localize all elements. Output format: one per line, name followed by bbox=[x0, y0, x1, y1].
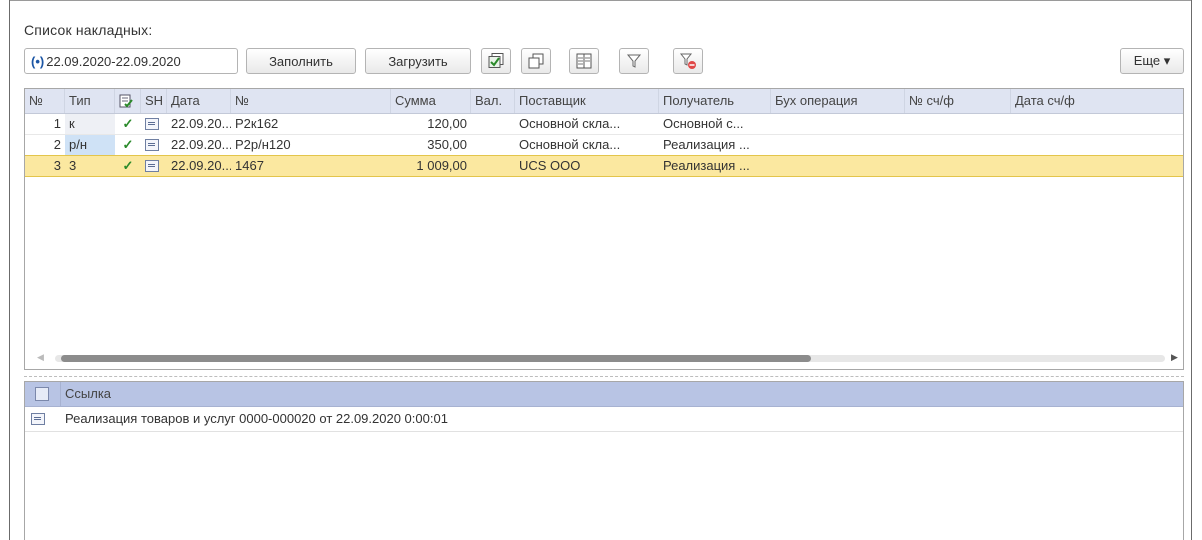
col-currency[interactable]: Вал. bbox=[471, 89, 515, 113]
row-number: 2 bbox=[53, 137, 61, 152]
col-receiver[interactable]: Получатель bbox=[659, 89, 771, 113]
col-date[interactable]: Дата bbox=[167, 89, 231, 113]
link-doc-cell bbox=[27, 407, 57, 431]
col-link-icon[interactable] bbox=[25, 382, 61, 406]
splitter[interactable] bbox=[24, 376, 1184, 377]
col-sum[interactable]: Сумма bbox=[391, 89, 471, 113]
table-row[interactable]: 2 р/н ✓ 22.09.20... Р2р/н120 350,00 Осно… bbox=[25, 135, 1183, 156]
table-header: № Тип SH Дата № Сумма Вал. Поставщик Пол… bbox=[25, 89, 1183, 114]
filter-icon bbox=[626, 54, 642, 68]
fill-button[interactable]: Заполнить bbox=[246, 48, 356, 74]
scroll-left-icon[interactable]: ◀ bbox=[37, 352, 44, 363]
check-all-icon bbox=[488, 53, 504, 68]
load-button[interactable]: Загрузить bbox=[365, 48, 471, 74]
document-icon bbox=[145, 160, 159, 172]
window-frame-right bbox=[1191, 0, 1192, 540]
copy-icon bbox=[528, 53, 544, 69]
row-date: 22.09.20... bbox=[171, 158, 231, 173]
row-sum: 120,00 bbox=[427, 116, 467, 131]
row-currency bbox=[471, 156, 515, 176]
checklist-icon bbox=[119, 94, 133, 108]
clear-filter-button[interactable] bbox=[673, 48, 703, 74]
more-button[interactable]: Еще ▾ bbox=[1120, 48, 1184, 74]
row-type: к bbox=[65, 114, 115, 134]
row-receiver: Основной с... bbox=[663, 116, 744, 131]
links-header: Ссылка bbox=[25, 382, 1183, 407]
compare-button[interactable] bbox=[569, 48, 599, 74]
square-icon bbox=[35, 387, 49, 401]
col-supplier[interactable]: Поставщик bbox=[515, 89, 659, 113]
link-row[interactable]: Реализация товаров и услуг 0000-000020 о… bbox=[25, 407, 1183, 432]
col-sh[interactable]: SH bbox=[141, 89, 167, 113]
row-sum: 350,00 bbox=[427, 137, 467, 152]
col-accounting-operation[interactable]: Бух операция bbox=[771, 89, 905, 113]
col-check[interactable] bbox=[115, 89, 141, 113]
row-date: 22.09.20... bbox=[171, 137, 231, 152]
invoice-table: № Тип SH Дата № Сумма Вал. Поставщик Пол… bbox=[24, 88, 1184, 370]
row-sum: 1 009,00 bbox=[416, 158, 467, 173]
row-currency bbox=[471, 135, 515, 155]
row-checkbox[interactable]: ✓ bbox=[115, 135, 141, 155]
row-supplier: Основной скла... bbox=[519, 137, 621, 152]
clear-filter-icon bbox=[679, 53, 696, 69]
row-sh-cell bbox=[141, 135, 167, 155]
scroll-right-icon[interactable]: ▶ bbox=[1171, 352, 1178, 363]
horizontal-scrollbar[interactable]: ◀ ▶ bbox=[25, 351, 1183, 365]
document-icon bbox=[145, 118, 159, 130]
period-value: 22.09.2020-22.09.2020 bbox=[46, 53, 181, 69]
col-number[interactable]: № bbox=[25, 89, 65, 113]
links-table: Ссылка Реализация товаров и услуг 0000-0… bbox=[24, 381, 1184, 540]
filter-button[interactable] bbox=[619, 48, 649, 74]
row-checkbox[interactable]: ✓ bbox=[115, 156, 141, 176]
document-icon bbox=[31, 413, 45, 425]
row-date: 22.09.20... bbox=[171, 116, 231, 131]
table-row-selected[interactable]: 3 3 ✓ 22.09.20... 1467 1 009,00 UCS OOO … bbox=[25, 155, 1183, 177]
row-receiver: Реализация ... bbox=[663, 137, 750, 152]
scroll-thumb[interactable] bbox=[61, 355, 811, 362]
row-doc-number: Р2к162 bbox=[235, 116, 279, 131]
row-type: р/н bbox=[65, 135, 115, 155]
row-type: 3 bbox=[69, 158, 77, 173]
row-doc-number: Р2р/н120 bbox=[235, 137, 291, 152]
check-all-button[interactable] bbox=[481, 48, 511, 74]
col-type[interactable]: Тип bbox=[65, 89, 115, 113]
table-row[interactable]: 1 к ✓ 22.09.20... Р2к162 120,00 Основной… bbox=[25, 114, 1183, 135]
row-number: 3 bbox=[53, 158, 61, 173]
row-checkbox[interactable]: ✓ bbox=[115, 114, 141, 134]
col-doc-number[interactable]: № bbox=[231, 89, 391, 113]
row-supplier: UCS OOO bbox=[519, 158, 581, 173]
row-currency bbox=[471, 114, 515, 134]
link-text[interactable]: Реализация товаров и услуг 0000-000020 о… bbox=[61, 407, 761, 431]
uncheck-all-button[interactable] bbox=[521, 48, 551, 74]
row-sh-cell bbox=[141, 114, 167, 134]
col-invoice-date[interactable]: Дата сч/ф bbox=[1011, 89, 1183, 113]
row-receiver: Реализация ... bbox=[663, 158, 750, 173]
col-invoice-number[interactable]: № сч/ф bbox=[905, 89, 1011, 113]
row-doc-number: 1467 bbox=[235, 158, 264, 173]
panel-title: Список накладных: bbox=[24, 22, 153, 38]
columns-icon bbox=[576, 53, 592, 69]
row-number: 1 bbox=[53, 116, 61, 131]
col-link[interactable]: Ссылка bbox=[61, 382, 461, 406]
toolbar: (•) 22.09.2020-22.09.2020 Заполнить Загр… bbox=[24, 48, 1184, 76]
document-icon bbox=[145, 139, 159, 151]
window-frame-left bbox=[9, 0, 10, 540]
window-frame-top bbox=[9, 0, 1192, 1]
row-sh-cell bbox=[141, 156, 167, 176]
row-supplier: Основной скла... bbox=[519, 116, 621, 131]
period-icon: (•) bbox=[31, 53, 45, 69]
period-selector[interactable]: (•) 22.09.2020-22.09.2020 bbox=[24, 48, 238, 74]
